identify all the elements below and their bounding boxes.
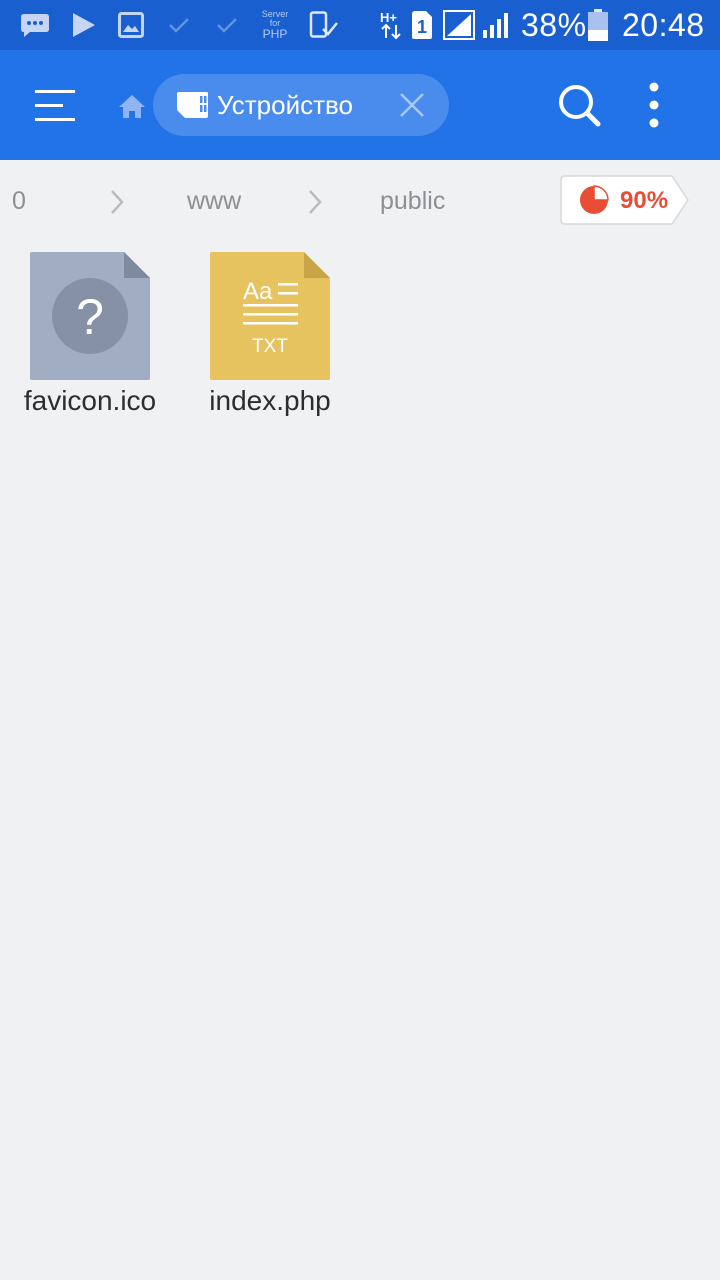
file-name: favicon.ico xyxy=(23,385,157,416)
breadcrumb-item-root[interactable]: 0 xyxy=(12,184,26,218)
server-for-php-icon: Server for PHP xyxy=(260,0,290,50)
chevron-right-icon xyxy=(111,190,124,214)
unknown-file-icon: ? xyxy=(30,252,150,380)
breadcrumb-item-public[interactable]: public xyxy=(380,184,445,218)
close-icon[interactable] xyxy=(397,90,427,120)
menu-icon xyxy=(35,90,75,121)
search-button[interactable] xyxy=(552,78,606,132)
play-icon xyxy=(70,0,96,50)
location-label: Устройство xyxy=(217,90,354,120)
device-check-icon xyxy=(308,0,338,50)
txt-file-icon: Aa TXT xyxy=(210,252,330,380)
more-vert-icon xyxy=(649,82,659,128)
sd-card-icon xyxy=(177,92,208,118)
data-arrows-icon: H+ xyxy=(380,0,404,50)
image-icon xyxy=(118,0,144,50)
location-chip[interactable]: Устройство xyxy=(153,74,449,136)
breadcrumb-item-www[interactable]: www xyxy=(187,184,241,218)
search-icon xyxy=(559,85,601,127)
signal-icon xyxy=(481,0,511,50)
battery-percent: 38% xyxy=(521,6,587,43)
status-bar: Server for PHP H+ 1 38% 20:48 xyxy=(0,0,720,50)
clock: 20:48 xyxy=(622,6,705,43)
home-icon xyxy=(119,95,145,118)
storage-usage-percent: 90% xyxy=(620,187,669,214)
app-bar: Устройство xyxy=(0,50,720,160)
messages-icon xyxy=(20,0,50,50)
menu-button[interactable] xyxy=(20,75,80,135)
home-button[interactable] xyxy=(116,90,148,122)
file-item-index[interactable]: Aa TXT index.php xyxy=(180,250,360,430)
network-type: H+ xyxy=(380,10,397,25)
breadcrumb: 0 www public 90% xyxy=(0,160,720,242)
sim-slot: 1 xyxy=(417,17,427,37)
txt-type-label: TXT xyxy=(252,336,288,357)
chevron-right-icon xyxy=(309,190,322,214)
sim-1-icon: 1 xyxy=(410,0,434,50)
check-icon xyxy=(168,0,190,50)
battery-icon xyxy=(587,0,609,50)
signal-icon xyxy=(443,0,475,50)
file-item-favicon[interactable]: ? favicon.ico xyxy=(0,250,180,430)
pie-chart-icon xyxy=(580,185,609,214)
server-app-line3: PHP xyxy=(262,27,288,41)
txt-file-glyph: Aa xyxy=(243,278,273,305)
file-name: index.php xyxy=(209,385,331,416)
check-icon xyxy=(216,0,238,50)
more-options-button[interactable] xyxy=(634,78,674,132)
unknown-file-glyph: ? xyxy=(76,289,104,345)
storage-usage-badge[interactable]: 90% xyxy=(560,175,690,225)
